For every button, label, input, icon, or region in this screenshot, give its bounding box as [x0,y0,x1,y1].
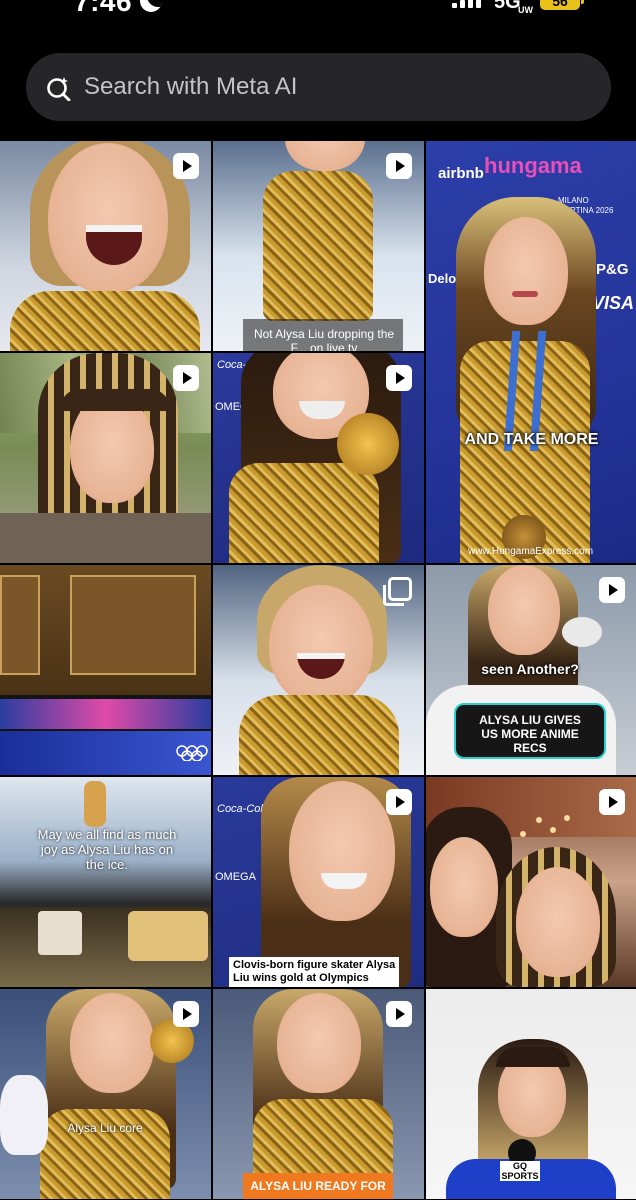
sponsor-logo-pg: P&G [596,261,629,278]
tile-caption: Clovis-born figure skater Alysa Liu wins… [233,959,396,984]
reel-icon [386,1001,412,1027]
signal-icon [452,0,481,8]
sponsor-logo-visa: VISA [592,293,635,313]
grid-tile[interactable]: Not Alysa Liu dropping the F... on live … [213,141,424,351]
explore-grid: Not Alysa Liu dropping the F... on live … [0,141,636,1200]
network-label: 5G [494,0,521,13]
reel-icon [599,789,625,815]
tile-caption: Not Alysa Liu dropping the F... on live … [253,327,395,351]
grid-tile[interactable]: Coca-Cola OMEGA [213,353,424,563]
search-bar[interactable] [26,53,611,121]
grid-tile[interactable]: ALYSA LIU READY FOR [213,989,424,1199]
grid-tile[interactable] [426,777,636,987]
grid-tile[interactable] [213,565,424,775]
meta-ai-search-icon [47,77,71,101]
grid-tile[interactable]: May we all find as much joy as Alysa Liu… [0,777,211,987]
sponsor-logo-omega: OMEGA [215,871,256,883]
battery-icon: 56 [540,0,584,10]
tile-caption: seen Another? [481,661,579,677]
grid-tile[interactable]: GQ SPORTS [426,989,636,1199]
reel-icon [599,577,625,603]
tile-caption: May we all find as much joy as Alysa Liu… [37,827,177,872]
gq-sports-logo: GQ SPORTS [500,1161,540,1181]
moon-icon [140,0,162,12]
reel-icon [386,153,412,179]
grid-tile[interactable]: airbnb hungama MILANO CORTINA 2026 Deloi… [426,141,636,563]
tile-caption-badge: ALYSA LIU GIVES US MORE ANIME RECS [454,703,606,759]
sponsor-logo-airbnb: airbnb [438,165,484,182]
olympic-rings-icon [176,745,208,761]
watermark-text: www.HungamaExpress.com [468,546,594,557]
carousel-icon [383,577,412,606]
tile-caption: Alysa Liu core [67,1121,143,1135]
grid-tile[interactable] [0,141,211,351]
search-input[interactable] [84,71,584,103]
status-bar: 7:46 5G UW 56 [0,0,636,22]
tile-caption: ALYSA LIU READY FOR [250,1179,386,1193]
grid-tile[interactable] [0,353,211,563]
reel-icon [386,365,412,391]
reel-icon [386,789,412,815]
grid-tile[interactable]: Coca-Cola OMEGA Clovis-born figure skate… [213,777,424,987]
grid-tile[interactable] [0,565,211,775]
tile-caption: AND TAKE MORE [464,431,599,448]
network-sub-label: UW [518,5,533,15]
status-time: 7:46 [74,0,133,17]
reel-icon [173,1001,199,1027]
grid-tile[interactable]: seen Another? ALYSA LIU GIVES US MORE AN… [426,565,636,775]
reel-icon [173,153,199,179]
hungama-logo: hungama [484,153,582,178]
reel-icon [173,365,199,391]
grid-tile[interactable]: Alysa Liu core [0,989,211,1199]
